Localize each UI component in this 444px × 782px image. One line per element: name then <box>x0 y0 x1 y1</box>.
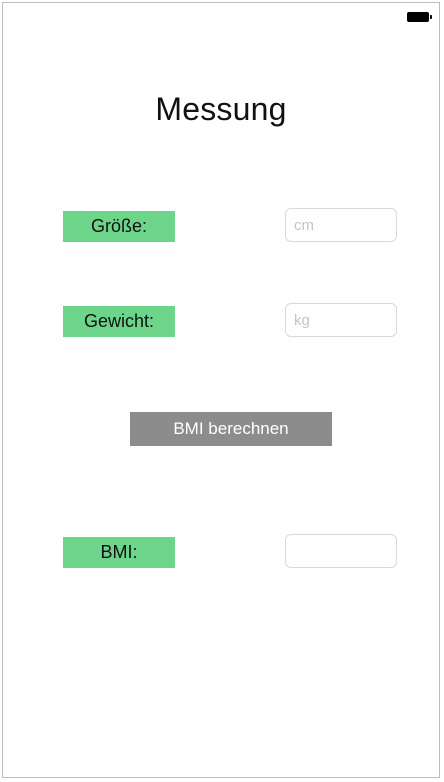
battery-icon <box>407 12 432 22</box>
height-input[interactable] <box>285 208 397 242</box>
status-bar <box>3 3 439 31</box>
weight-input[interactable] <box>285 303 397 337</box>
bmi-label: BMI: <box>63 537 175 568</box>
page-title: Messung <box>155 91 287 127</box>
height-label: Größe: <box>63 211 175 242</box>
calculate-bmi-button[interactable]: BMI berechnen <box>130 412 332 446</box>
bmi-output-field[interactable] <box>285 534 397 568</box>
app-screen: Messung Größe: Gewicht: BMI berechnen BM… <box>2 2 440 778</box>
weight-label: Gewicht: <box>63 306 175 337</box>
